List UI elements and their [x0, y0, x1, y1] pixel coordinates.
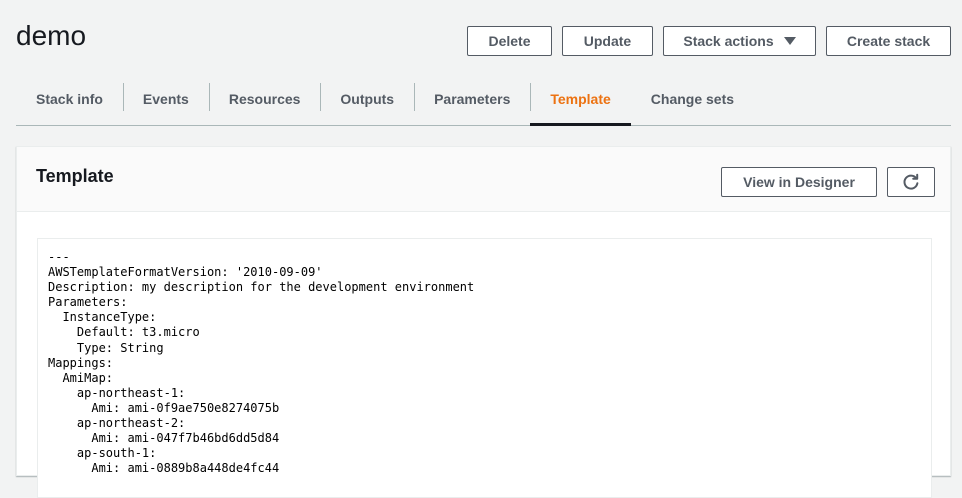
tab-template[interactable]: Template [530, 72, 632, 126]
refresh-icon [903, 173, 919, 190]
tab-events[interactable]: Events [122, 72, 209, 125]
code-line: ap-northeast-1: [48, 385, 186, 400]
code-line: ap-northeast-2: [48, 416, 186, 431]
code-line: Ami: ami-047f7b46bd6dd5d84 [48, 431, 280, 446]
template-code: --- AWSTemplateFormatVersion: '2010-09-0… [48, 250, 921, 476]
update-button[interactable]: Update [562, 26, 653, 56]
code-line: AmiMap: [48, 370, 114, 385]
template-panel-title: Template [36, 166, 114, 186]
caret-down-icon [783, 37, 796, 45]
template-panel-actions: View in Designer [721, 167, 935, 197]
tab-parameters[interactable]: Parameters [414, 72, 530, 125]
template-code-viewer[interactable]: --- AWSTemplateFormatVersion: '2010-09-0… [37, 238, 932, 498]
code-line: --- [48, 250, 70, 264]
code-line: Description: my description for the deve… [48, 280, 475, 295]
code-line: Type: String [48, 340, 164, 355]
refresh-button[interactable] [887, 167, 935, 197]
code-line: Parameters: [48, 295, 128, 310]
view-in-designer-button[interactable]: View in Designer [721, 167, 877, 197]
code-line: AWSTemplateFormatVersion: '2010-09-09' [48, 265, 323, 280]
tab-change-sets[interactable]: Change sets [631, 72, 754, 125]
header-actions: Delete Update Stack actions Create stack [467, 26, 951, 56]
tab-resources[interactable]: Resources [208, 72, 321, 125]
page-title: demo [16, 20, 87, 51]
template-panel-header: Template View in Designer [17, 147, 950, 212]
code-line: Mappings: [48, 355, 114, 370]
stack-actions-label: Stack actions [683, 33, 774, 49]
code-line: InstanceType: [48, 310, 157, 325]
stack-actions-button[interactable]: Stack actions [663, 26, 816, 56]
code-line: Ami: ami-0889b8a448de4fc44 [48, 461, 280, 476]
tab-outputs[interactable]: Outputs [320, 72, 414, 125]
create-stack-button[interactable]: Create stack [826, 26, 951, 56]
stack-tabs: Stack info Events Resources Outputs Para… [16, 72, 951, 126]
template-panel: Template View in Designer --- AWSTemplat… [16, 146, 951, 498]
tab-stack-info[interactable]: Stack info [16, 72, 123, 125]
code-line: ap-south-1: [48, 446, 157, 461]
code-line: Default: t3.micro [48, 325, 200, 340]
code-line: Ami: ami-0f9ae750e8274075b [48, 400, 280, 415]
delete-button[interactable]: Delete [467, 26, 552, 56]
